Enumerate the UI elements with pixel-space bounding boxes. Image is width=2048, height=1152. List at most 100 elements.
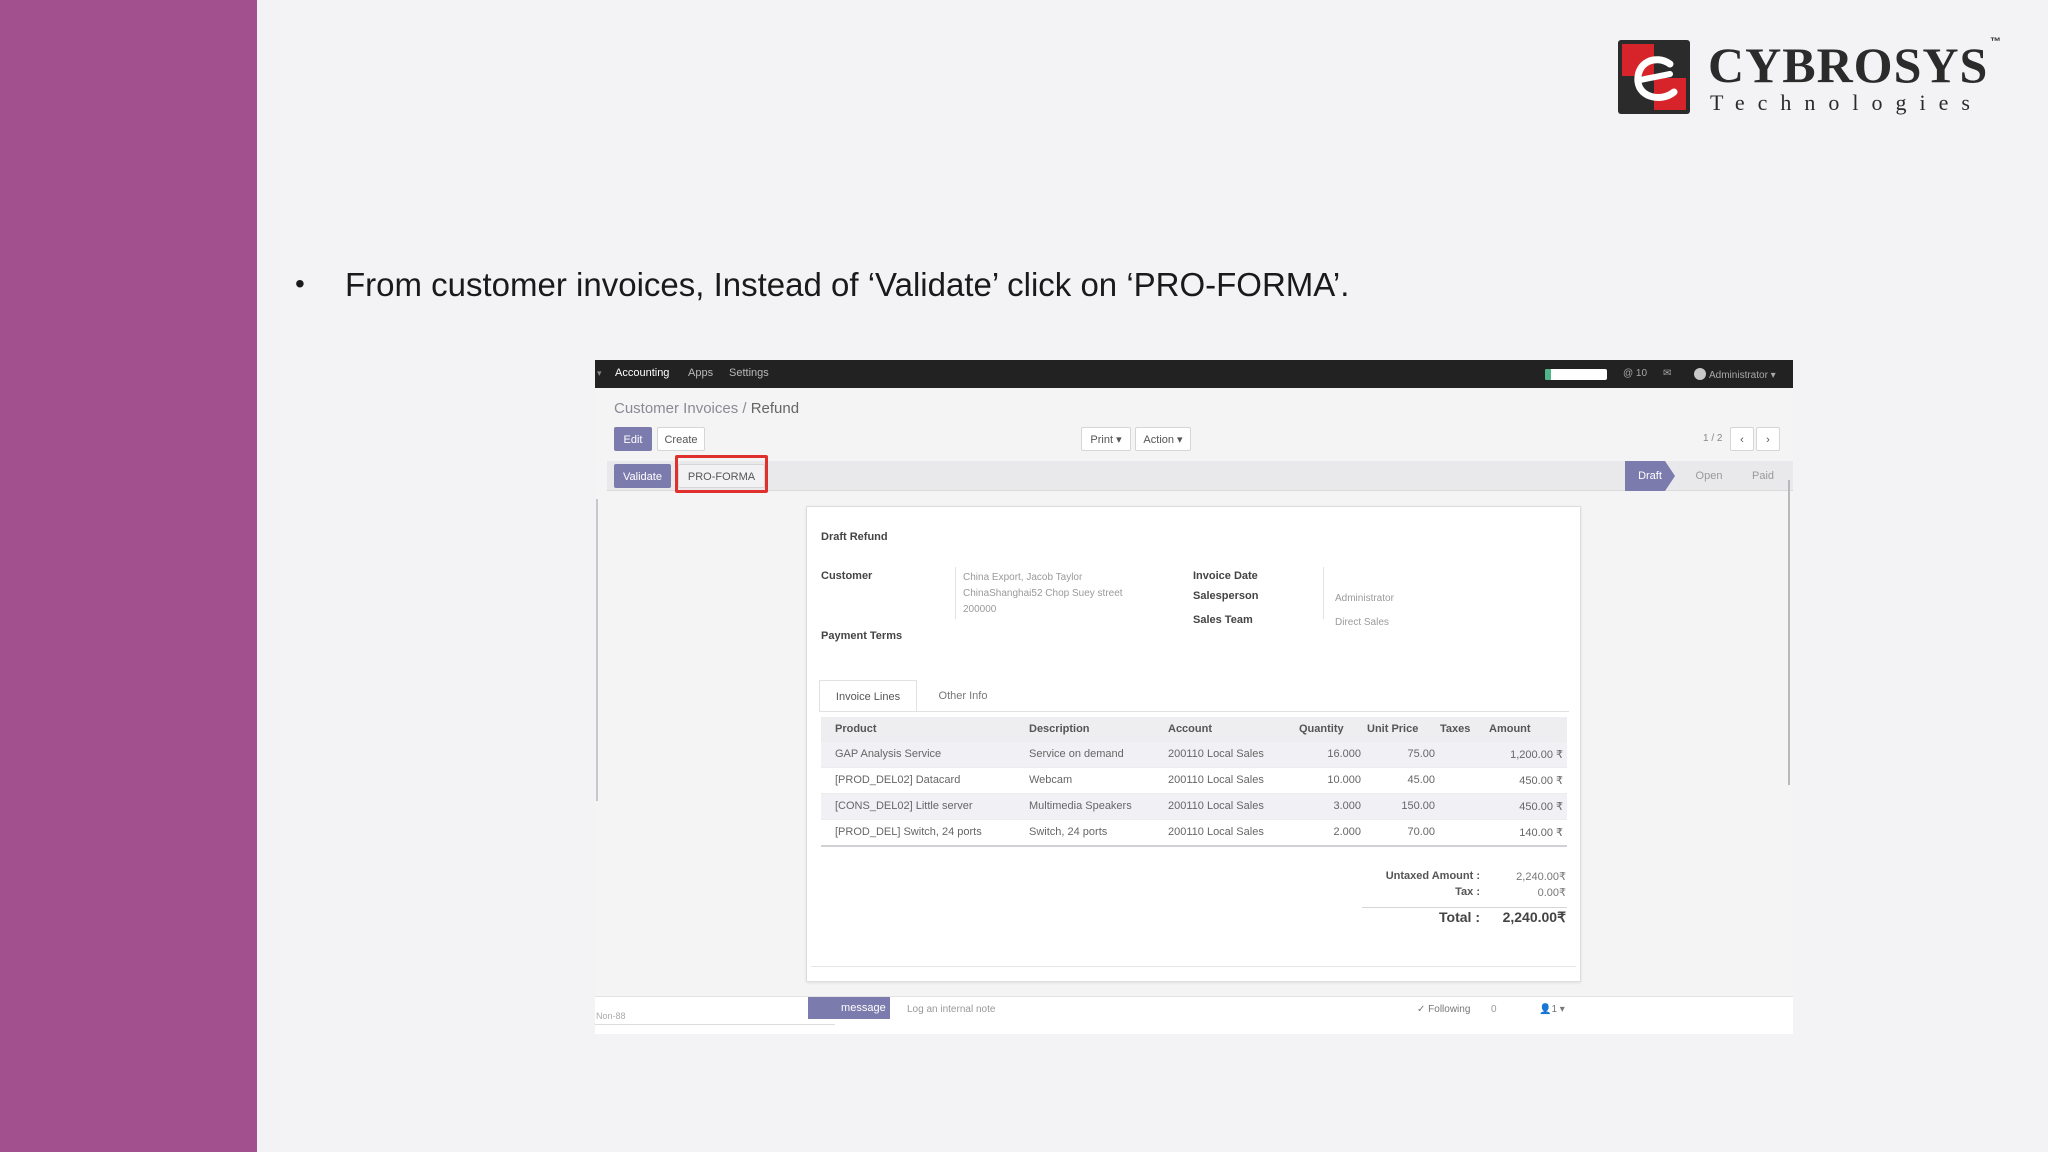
salesperson-value[interactable]: Administrator [1335,593,1394,604]
field-divider [955,567,956,619]
untaxed-amount-label: Untaxed Amount : [1385,870,1480,882]
sheet-bottom-divider [811,966,1576,967]
nav-progress-fill [1545,369,1552,380]
cybrosys-logo: CYBROSYS ™ Technologies [1618,36,2003,120]
customer-line-2: ChinaShanghai52 Chop Suey street [963,588,1123,599]
cell-amount: 1,200.00 ₹ [1510,749,1563,761]
salesperson-label: Salesperson [1193,590,1259,602]
chevron-right-icon[interactable]: › [1756,427,1780,451]
customer-line-1[interactable]: China Export, Jacob Taylor [963,572,1082,583]
table-row[interactable]: [PROD_DEL02] Datacard Webcam 200110 Loca… [821,767,1567,793]
following-toggle[interactable]: ✓ Following [1417,1004,1470,1015]
cell-quantity: 2.000 [1333,826,1361,838]
attachment-count: 1 [1551,1004,1558,1015]
chat-icon[interactable]: ✉ [1663,368,1671,379]
col-taxes[interactable]: Taxes [1440,723,1470,735]
table-row[interactable]: [CONS_DEL02] Little server Multimedia Sp… [821,793,1567,819]
sales-team-value[interactable]: Direct Sales [1335,617,1389,628]
cell-unit-price: 70.00 [1407,826,1435,838]
stage-draft[interactable]: Draft [1625,461,1675,491]
pager-counter: 1 / 2 [1703,433,1723,444]
cell-quantity: 10.000 [1327,774,1361,786]
cell-unit-price: 45.00 [1407,774,1435,786]
invoice-title: Draft Refund [821,531,888,543]
cell-account: 200110 Local Sales [1168,774,1264,786]
cell-amount: 140.00 ₹ [1519,827,1563,839]
nav-progress-bar [1545,369,1607,380]
col-description[interactable]: Description [1029,723,1090,735]
send-message-button[interactable]: Send message [808,997,890,1019]
stage-paid[interactable]: Paid [1743,461,1783,491]
nav-settings[interactable]: Settings [729,367,769,379]
col-quantity[interactable]: Quantity [1299,723,1344,735]
cell-quantity: 3.000 [1333,800,1361,812]
chatter-bar: Non-88 Send message Log an internal note… [595,996,1793,1034]
chevron-left-icon[interactable]: ‹ [1730,427,1754,451]
nav-accounting[interactable]: Accounting [615,367,669,379]
col-account[interactable]: Account [1168,723,1212,735]
avatar [1694,368,1706,380]
table-footer-rule [821,845,1567,849]
breadcrumb-parent[interactable]: Customer Invoices / [614,400,747,417]
edit-button[interactable]: Edit [614,427,652,451]
breadcrumb: Customer Invoices / Refund [614,400,799,417]
cell-description: Service on demand [1029,748,1124,760]
slide-accent-bar [0,0,257,1152]
user-icon: 👤 [1539,1004,1552,1015]
cybrosys-logo-icon [1618,40,1690,114]
scrollbar[interactable] [1788,480,1790,785]
stage-open[interactable]: Open [1687,461,1731,491]
invoice-lines-table: Product Description Account Quantity Uni… [821,717,1567,849]
cell-account: 200110 Local Sales [1168,800,1264,812]
bullet-icon: • [295,268,305,299]
chatter-input[interactable]: Non-88 [595,1007,835,1025]
col-product[interactable]: Product [835,723,877,735]
col-unit-price[interactable]: Unit Price [1367,723,1418,735]
cell-unit-price: 75.00 [1407,748,1435,760]
cell-account: 200110 Local Sales [1168,826,1264,838]
cell-unit-price: 150.00 [1401,800,1435,812]
print-dropdown[interactable]: Print ▾ [1081,427,1131,451]
cell-product: [CONS_DEL02] Little server [835,800,973,812]
tab-invoice-lines[interactable]: Invoice Lines [819,680,917,712]
action-dropdown[interactable]: Action ▾ [1135,427,1191,451]
field-divider-2 [1323,567,1324,619]
validate-button[interactable]: Validate [614,464,671,488]
total-label: Total : [1439,909,1480,925]
user-menu[interactable]: Administrator ▾ [1694,368,1776,381]
table-row[interactable]: [PROD_DEL] Switch, 24 ports Switch, 24 p… [821,819,1567,845]
menu-toggle-icon[interactable]: ▾ [597,368,602,379]
customer-label: Customer [821,570,873,582]
total-value: 2,240.00₹ [1502,909,1566,925]
table-header: Product Description Account Quantity Uni… [821,717,1567,741]
invoice-sheet: Draft Refund Customer China Export, Jaco… [806,506,1581,982]
attachment-counter[interactable]: 👤1 ▾ [1539,1004,1565,1015]
cell-description: Multimedia Speakers [1029,800,1132,812]
log-note-button[interactable]: Log an internal note [907,1004,995,1015]
create-button[interactable]: Create [657,427,705,451]
sales-team-label: Sales Team [1193,614,1253,626]
user-name: Administrator [1709,370,1768,381]
send-message-label: message [841,1002,886,1014]
cell-description: Switch, 24 ports [1029,826,1108,838]
cell-amount: 450.00 ₹ [1519,775,1563,787]
logo-name: CYBROSYS [1708,37,1989,93]
nav-apps[interactable]: Apps [688,367,713,379]
followers-count[interactable]: 0 [1491,1004,1497,1015]
odoo-invoice-screenshot: ▾ Accounting Apps Settings @ 10 ✉ Admini… [595,360,1793,1034]
activity-counter[interactable]: @ 10 [1623,368,1647,379]
tax-label: Tax : [1455,886,1480,898]
payment-terms-label: Payment Terms [821,630,903,642]
col-amount[interactable]: Amount [1489,723,1531,735]
tax-value: 0.00₹ [1537,887,1566,899]
tab-other-info[interactable]: Other Info [923,680,1003,712]
breadcrumb-current: Refund [750,400,800,417]
instruction-line: • From customer invoices, Instead of ‘Val… [295,266,1349,304]
cell-product: [PROD_DEL] Switch, 24 ports [835,826,982,838]
cell-amount: 450.00 ₹ [1519,801,1563,813]
invoice-date-label: Invoice Date [1193,570,1258,582]
table-row[interactable]: GAP Analysis Service Service on demand 2… [821,741,1567,767]
left-divider [596,499,598,801]
cell-product: [PROD_DEL02] Datacard [835,774,961,786]
pro-forma-button[interactable]: PRO-FORMA [678,464,765,488]
